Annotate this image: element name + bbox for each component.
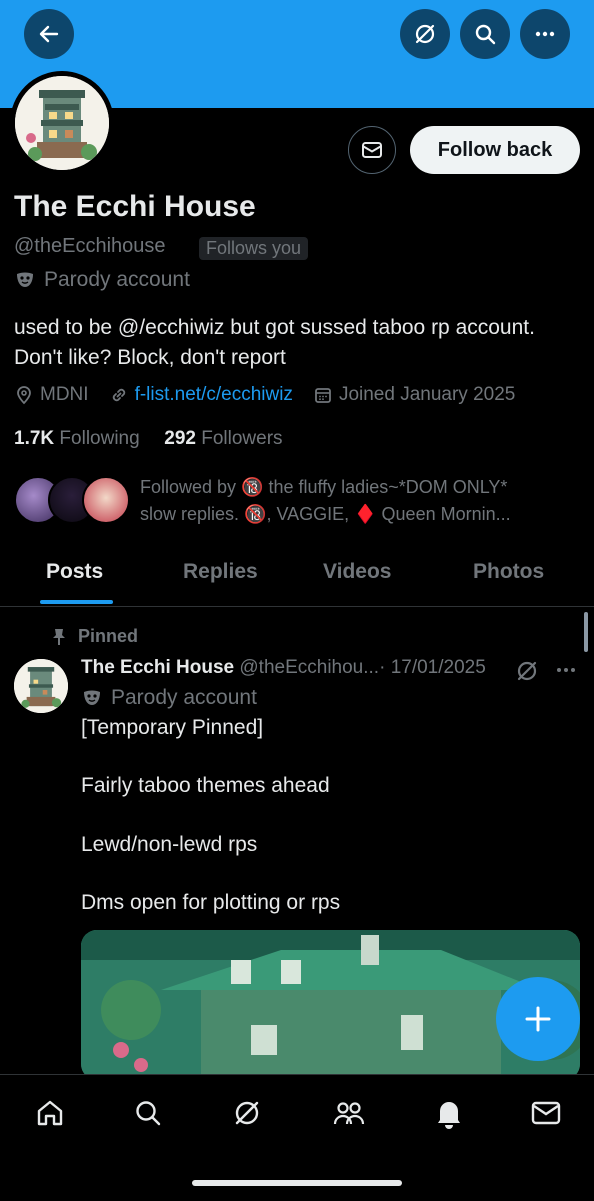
profile-handle: @theEcchihouse: [14, 235, 166, 257]
avatar: [82, 476, 130, 524]
home-icon: [37, 1100, 63, 1126]
post-parody-text: Parody account: [111, 686, 257, 709]
pinned-label: Pinned: [50, 626, 138, 647]
grok-icon: [517, 661, 537, 681]
followed-by-line-1: Followed by 🔞 the fluffy ladies~*DOM ONL…: [140, 477, 508, 497]
mail-icon: [362, 142, 382, 158]
followers-link[interactable]: 292 Followers: [164, 428, 282, 449]
post-avatar[interactable]: [14, 659, 68, 713]
messages-icon: [531, 1101, 561, 1125]
nav-communities[interactable]: [331, 1095, 367, 1131]
follows-you-badge: Follows you: [199, 237, 309, 260]
nav-home[interactable]: [32, 1095, 68, 1131]
back-button[interactable]: [24, 9, 74, 59]
search-icon: [475, 24, 496, 45]
nav-search[interactable]: [130, 1095, 166, 1131]
followers-count: 292: [164, 428, 196, 449]
location-text: MDNI: [40, 384, 89, 405]
followed-by-line-2: slow replies. 🔞, VAGGIE, ♦️ Queen Mornin…: [140, 504, 511, 524]
tab-videos[interactable]: Videos: [323, 560, 391, 584]
joined-text: Joined January 2025: [338, 384, 516, 405]
nav-notifications[interactable]: [431, 1095, 467, 1131]
follow-counts: 1.7K Following 292 Followers: [14, 428, 283, 450]
plus-icon: [525, 1006, 551, 1032]
followed-by-avatars[interactable]: [14, 476, 130, 524]
house-avatar-image: [15, 76, 109, 170]
compose-button[interactable]: [496, 977, 580, 1061]
post-grok-button[interactable]: [514, 658, 540, 689]
followers-label: Followers: [201, 428, 283, 449]
calendar-icon: [315, 388, 331, 403]
profile-meta: MDNI f-list.net/c/ecchiwiz Joined Januar…: [14, 384, 535, 406]
profile-name: The Ecchi House: [14, 190, 256, 223]
house-avatar-image: [14, 659, 68, 713]
profile-bio: used to be @/ecchiwiz but got sussed tab…: [14, 316, 535, 369]
search-button[interactable]: [460, 9, 510, 59]
search-icon: [136, 1101, 161, 1126]
profile-avatar[interactable]: [10, 71, 114, 175]
post-text-line: Lewd/non-lewd rps: [81, 833, 258, 856]
post-more-button[interactable]: [554, 658, 578, 687]
home-indicator[interactable]: [192, 1180, 402, 1186]
profile-link[interactable]: f-list.net/c/ecchiwiz: [135, 384, 293, 406]
parody-text: Parody account: [44, 268, 190, 291]
following-link[interactable]: 1.7K Following: [14, 428, 140, 449]
pinned-text: Pinned: [78, 626, 139, 646]
notifications-icon: [438, 1102, 460, 1129]
post-header: The Ecchi House @theEcchihou...· 17/01/2…: [81, 657, 486, 679]
parody-label: Parody account: [14, 268, 190, 292]
grok-icon: [415, 24, 435, 44]
grok-button[interactable]: [400, 9, 450, 59]
tab-posts[interactable]: Posts: [46, 560, 103, 584]
pin-icon: [53, 628, 65, 645]
location-icon: [17, 386, 31, 405]
mask-icon: [17, 272, 33, 287]
message-button[interactable]: [348, 126, 396, 174]
follow-back-button[interactable]: Follow back: [410, 126, 580, 174]
more-icon: [557, 668, 575, 672]
post-text-line: Fairly taboo themes ahead: [81, 774, 330, 797]
active-tab-indicator: [40, 600, 113, 604]
arrow-left-icon: [39, 25, 59, 43]
post-text-line: [Temporary Pinned]: [81, 716, 264, 739]
following-count: 1.7K: [14, 428, 55, 449]
following-label: Following: [59, 428, 140, 449]
post-text-line: Dms open for plotting or rps: [81, 891, 341, 914]
post-author-name[interactable]: The Ecchi House: [81, 657, 234, 678]
more-icon: [535, 31, 555, 37]
post-parody-label: Parody account: [81, 686, 257, 710]
grok-icon: [235, 1101, 259, 1125]
scrollbar[interactable]: [584, 612, 588, 652]
tab-replies[interactable]: Replies: [183, 560, 258, 584]
link-icon: [112, 388, 125, 402]
mask-icon: [84, 690, 100, 705]
profile-tabs: Posts Replies Videos Photos: [0, 548, 594, 607]
post-author-handle[interactable]: @theEcchihou...: [239, 657, 379, 678]
communities-icon: [333, 1102, 365, 1125]
nav-messages[interactable]: [528, 1095, 564, 1131]
more-button[interactable]: [520, 9, 570, 59]
tab-photos[interactable]: Photos: [473, 560, 544, 584]
post-date[interactable]: · 17/01/2025: [379, 657, 486, 678]
followed-by-text[interactable]: Followed by 🔞 the fluffy ladies~*DOM ONL…: [140, 474, 580, 528]
nav-grok[interactable]: [229, 1095, 265, 1131]
